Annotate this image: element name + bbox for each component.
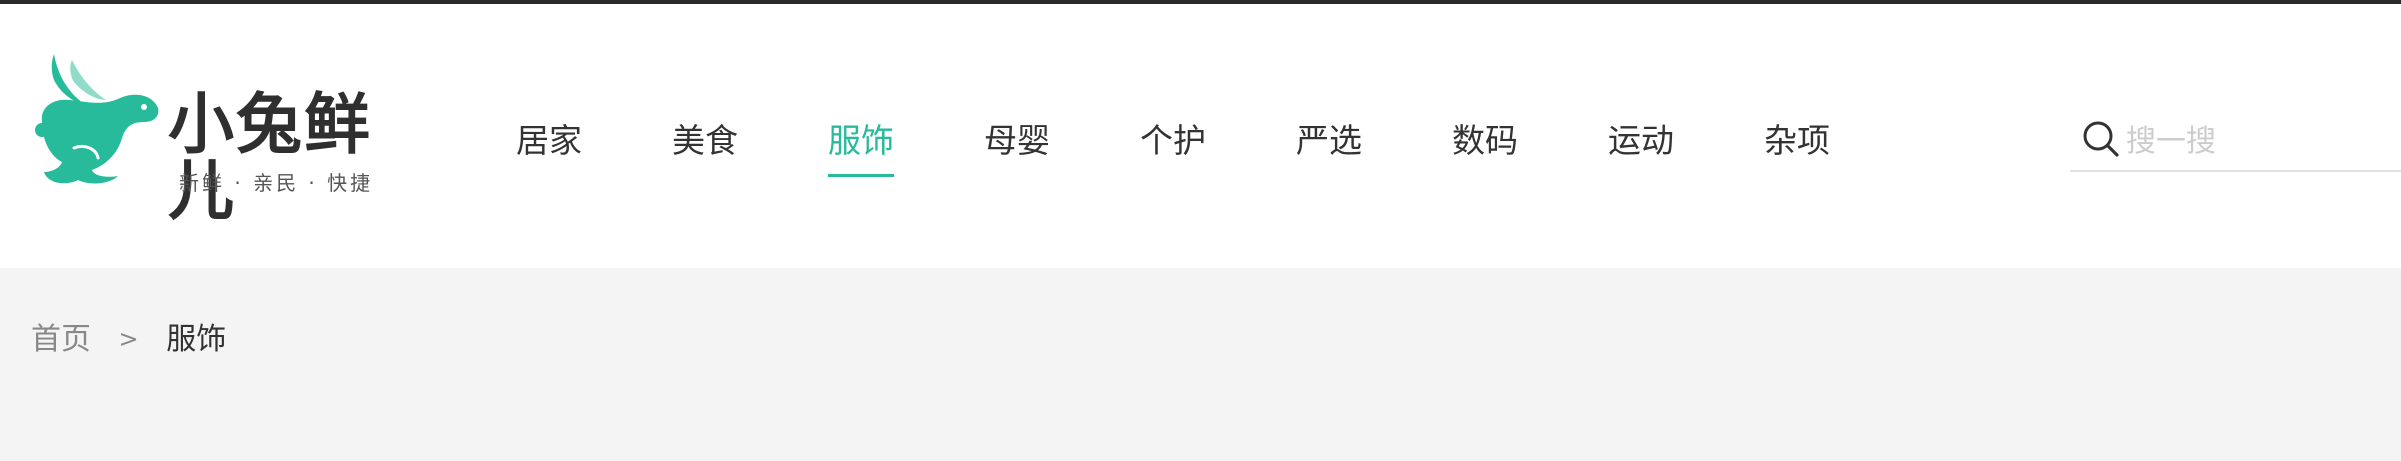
nav-item-sports[interactable]: 运动: [1608, 112, 1674, 176]
nav-item-misc[interactable]: 杂项: [1764, 112, 1830, 176]
breadcrumb-separator: >: [118, 325, 139, 353]
breadcrumb: 首页 > 服饰: [31, 320, 226, 360]
nav-item-baby[interactable]: 母婴: [984, 112, 1050, 176]
nav-item-personal-care[interactable]: 个护: [1140, 112, 1206, 176]
breadcrumb-current: 服饰: [166, 322, 227, 357]
rabbit-logo-icon: [35, 54, 159, 184]
search-input[interactable]: [2126, 120, 2396, 162]
site-logo[interactable]: 小兔鲜儿 新鲜 · 亲民 · 快捷: [34, 52, 434, 224]
brand-name: 小兔鲜儿: [168, 86, 372, 229]
nav-item-home-living[interactable]: 居家: [516, 112, 582, 176]
search-box: [2070, 114, 2401, 172]
site-header: 小兔鲜儿 新鲜 · 亲民 · 快捷 居家 美食 服饰 母婴 个护 严选 数码 运…: [0, 4, 2401, 268]
search-icon[interactable]: [2082, 120, 2120, 158]
brand-slogan: 新鲜 · 亲民 · 快捷: [179, 171, 374, 195]
nav-item-selection[interactable]: 严选: [1296, 112, 1362, 176]
nav-item-apparel[interactable]: 服饰: [828, 112, 894, 177]
nav-item-food[interactable]: 美食: [672, 112, 738, 176]
breadcrumb-home-link[interactable]: 首页: [31, 322, 91, 357]
nav-item-digital[interactable]: 数码: [1452, 112, 1518, 176]
